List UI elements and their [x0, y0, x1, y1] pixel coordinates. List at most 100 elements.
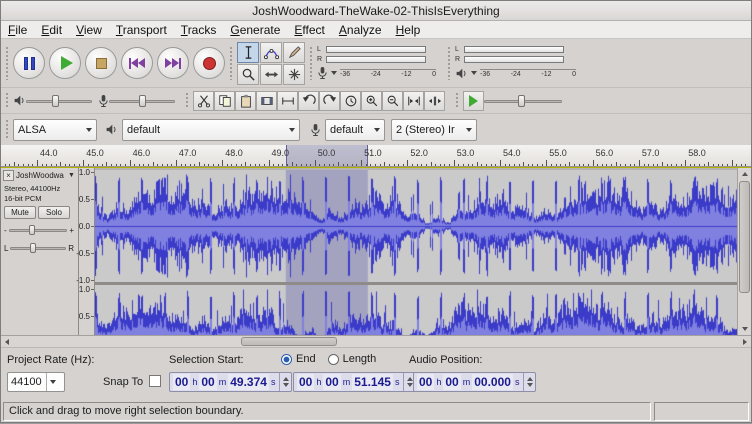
toolbar-grip[interactable] — [229, 46, 233, 80]
input-volume-slider[interactable] — [109, 94, 175, 108]
paste-button[interactable] — [235, 91, 256, 111]
timeline-ruler[interactable]: 44.045.046.047.048.049.050.051.052.053.0… — [1, 145, 751, 167]
selection-start-field[interactable]: 00 h 00 m 49.374 s — [169, 372, 292, 392]
snap-to-checkbox[interactable] — [149, 375, 161, 387]
minutes-value[interactable]: 00 — [323, 374, 340, 390]
menu-file[interactable]: File — [1, 22, 34, 38]
time-format-dropdown[interactable] — [523, 373, 533, 391]
selection-end-field[interactable]: 00 h 00 m 51.145 s — [293, 372, 416, 392]
end-radio[interactable] — [281, 354, 292, 365]
scroll-down-icon[interactable] — [738, 323, 752, 335]
end-radio-label[interactable]: End — [296, 353, 316, 365]
playback-device-select[interactable]: default — [122, 119, 300, 141]
zoom-out-button[interactable] — [382, 91, 403, 111]
recording-channels-select[interactable]: 2 (Stereo) Ir — [391, 119, 477, 141]
seconds-value[interactable]: 00.000 — [472, 374, 513, 390]
envelope-tool-button[interactable] — [260, 42, 282, 63]
waveform-channel-left[interactable] — [95, 170, 739, 282]
zoom-tool-button[interactable] — [237, 64, 259, 85]
track-control-panel[interactable]: × JoshWoodwa ▼ Stereo, 44100Hz 16-bit PC… — [1, 168, 79, 335]
fit-selection-button[interactable] — [403, 91, 424, 111]
length-radio[interactable] — [328, 354, 339, 365]
slider-thumb[interactable] — [518, 95, 525, 107]
length-radio-label[interactable]: Length — [343, 353, 377, 365]
time-format-dropdown[interactable] — [403, 373, 413, 391]
menu-generate[interactable]: Generate — [223, 22, 287, 38]
menu-help[interactable]: Help — [389, 22, 428, 38]
speaker-icon[interactable] — [455, 67, 468, 80]
skip-to-start-button[interactable] — [121, 47, 153, 79]
horizontal-scrollbar[interactable] — [1, 335, 751, 347]
mute-button[interactable]: Mute — [4, 206, 36, 219]
toolbar-grip[interactable] — [5, 46, 9, 80]
record-button[interactable] — [193, 47, 225, 79]
toolbar-grip[interactable] — [309, 46, 313, 80]
silence-audio-button[interactable] — [277, 91, 298, 111]
menu-view[interactable]: View — [69, 22, 109, 38]
gain-slider[interactable] — [9, 224, 68, 236]
recording-device-select[interactable]: default — [325, 119, 385, 141]
menu-analyze[interactable]: Analyze — [332, 22, 389, 38]
playback-speed-slider[interactable] — [484, 94, 562, 108]
playback-meter-bar-left[interactable] — [464, 46, 564, 53]
waveform-channel-right[interactable] — [95, 285, 739, 336]
audio-position-field[interactable]: 00 h 00 m 00.000 s — [413, 372, 536, 392]
seconds-value[interactable]: 51.145 — [352, 374, 393, 390]
toolbar-grip[interactable] — [5, 92, 9, 110]
trim-audio-button[interactable] — [256, 91, 277, 111]
hours-value[interactable]: 00 — [417, 374, 434, 390]
playback-meter[interactable]: L R -36 -24 -12 0 — [455, 42, 581, 84]
pause-button[interactable] — [13, 47, 45, 79]
sync-lock-button[interactable] — [340, 91, 361, 111]
toolbar-grip[interactable] — [185, 92, 189, 110]
menu-effect[interactable]: Effect — [287, 22, 331, 38]
selection-tool-button[interactable] — [237, 42, 259, 63]
minutes-value[interactable]: 00 — [443, 374, 460, 390]
slider-thumb[interactable] — [29, 225, 35, 235]
horizontal-scroll-thumb[interactable] — [241, 337, 337, 346]
draw-tool-button[interactable] — [283, 42, 305, 63]
track-title[interactable]: JoshWoodwa — [16, 171, 66, 180]
skip-to-end-button[interactable] — [157, 47, 189, 79]
close-track-icon[interactable]: × — [3, 170, 14, 181]
fit-project-button[interactable] — [424, 91, 445, 111]
output-volume-slider[interactable] — [26, 94, 92, 108]
project-rate-select[interactable]: 44100 — [7, 372, 65, 392]
zoom-in-button[interactable] — [361, 91, 382, 111]
slider-thumb[interactable] — [30, 243, 36, 253]
microphone-icon[interactable] — [317, 66, 328, 80]
time-format-dropdown[interactable] — [279, 373, 289, 391]
recording-meter-bar-left[interactable] — [326, 46, 426, 53]
menu-tracks[interactable]: Tracks — [174, 22, 224, 38]
toolbar-grip[interactable] — [5, 119, 9, 141]
meter-dropdown-icon[interactable] — [331, 71, 337, 75]
time-shift-tool-button[interactable] — [260, 64, 282, 85]
redo-button[interactable] — [319, 91, 340, 111]
cut-button[interactable] — [193, 91, 214, 111]
minutes-value[interactable]: 00 — [199, 374, 216, 390]
recording-meter-bar-right[interactable] — [326, 56, 426, 63]
playback-meter-bar-right[interactable] — [464, 56, 564, 63]
menu-edit[interactable]: Edit — [34, 22, 69, 38]
waveform-display[interactable] — [95, 168, 739, 335]
play-button[interactable] — [49, 47, 81, 79]
audio-host-select[interactable]: ALSA — [13, 119, 97, 141]
solo-button[interactable]: Solo — [38, 206, 70, 219]
pan-slider[interactable] — [10, 242, 66, 254]
meter-dropdown-icon[interactable] — [471, 71, 477, 75]
slider-thumb[interactable] — [52, 95, 59, 107]
toolbar-grip[interactable] — [447, 46, 451, 80]
undo-button[interactable] — [298, 91, 319, 111]
stop-button[interactable] — [85, 47, 117, 79]
toolbar-grip[interactable] — [455, 92, 459, 110]
track-menu-dropdown-icon[interactable]: ▼ — [68, 172, 75, 179]
seconds-value[interactable]: 49.374 — [228, 374, 269, 390]
titlebar[interactable]: JoshWoodward-TheWake-02-ThisIsEverything — [1, 1, 751, 21]
slider-thumb[interactable] — [139, 95, 146, 107]
play-at-speed-button[interactable] — [463, 91, 484, 111]
hours-value[interactable]: 00 — [297, 374, 314, 390]
recording-meter[interactable]: L R -36 -24 -12 0 — [317, 42, 443, 84]
vertical-scrollbar[interactable] — [737, 168, 751, 335]
vertical-scroll-thumb[interactable] — [739, 181, 750, 293]
scroll-up-icon[interactable] — [738, 168, 752, 180]
